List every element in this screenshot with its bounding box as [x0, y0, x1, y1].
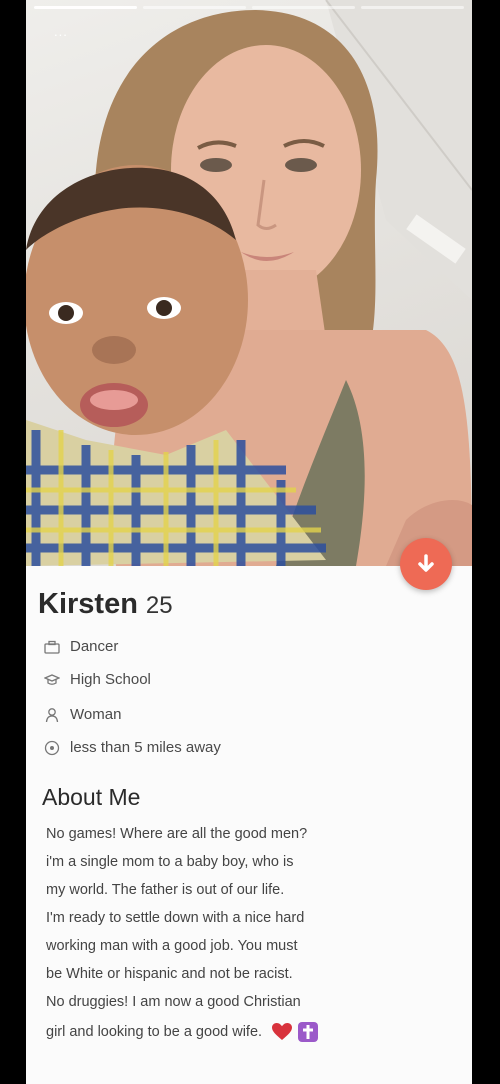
about-line-6: be White or hispanic and not be racist. [46, 966, 293, 982]
about-line-1: No games! Where are all the good men? [46, 826, 308, 842]
about-line-3: my world. The father is out of our life. [46, 882, 285, 898]
photo-page-bar-4[interactable] [361, 6, 464, 9]
name-age-row: Kirsten 25 [38, 588, 173, 621]
photo-dots-indicator: ... [54, 24, 68, 39]
heart-emoji [272, 1023, 293, 1040]
profile-info: Kirsten 25 Dancer High School Woman less… [26, 566, 472, 1084]
detail-gender-text: Woman [70, 706, 122, 723]
arrow-down-icon [418, 554, 434, 572]
person-icon [45, 707, 59, 722]
briefcase-icon [44, 640, 60, 654]
profile-card: ... Kirsten 25 Dancer High School Woman … [26, 0, 472, 1084]
photo-page-bar-2[interactable] [143, 6, 246, 9]
detail-job-text: Dancer [70, 638, 119, 655]
photo-page-bar-3[interactable] [252, 6, 355, 9]
latin-cross-emoji [298, 1022, 319, 1042]
detail-school: High School [44, 671, 151, 688]
detail-gender: Woman [44, 706, 121, 723]
profile-age: 25 [145, 592, 173, 619]
photo-illustration [26, 0, 472, 566]
about-line-5: working man with a good job. You must [46, 938, 298, 954]
about-line-7: No druggies! I am now a good Christian [46, 994, 301, 1010]
detail-school-text: High School [70, 671, 151, 688]
photo-page-bar-1[interactable] [34, 6, 137, 9]
location-pin-icon [44, 740, 60, 755]
profile-name: Kirsten [38, 588, 138, 620]
detail-distance-text: less than 5 miles away [70, 739, 221, 756]
about-heading: About Me [42, 784, 141, 810]
graduation-cap-icon [44, 673, 60, 685]
profile-photo[interactable]: ... [26, 0, 472, 566]
about-line-4: I'm ready to settle down with a nice har… [46, 910, 305, 926]
about-line-2: i'm a single mom to a baby boy, who is [46, 854, 294, 870]
detail-job: Dancer [44, 638, 118, 655]
about-line-8-text: girl and looking to be a good wife. [46, 1023, 263, 1040]
collapse-profile-button[interactable] [400, 538, 452, 590]
about-line-8: girl and looking to be a good wife. [46, 1022, 319, 1042]
detail-distance: less than 5 miles away [44, 739, 221, 756]
photo-page-indicator [34, 6, 464, 9]
